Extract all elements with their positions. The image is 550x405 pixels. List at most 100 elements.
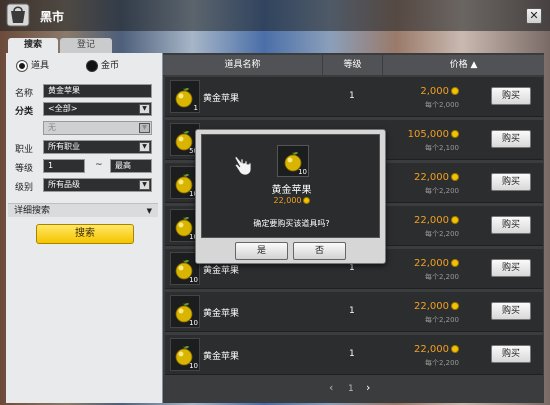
item-name: 黄金苹果 (203, 266, 240, 276)
confirm-purchase-dialog: 10 黄金苹果 22,000 确定要购买该道具吗? 是 否 (195, 129, 386, 264)
item-slot[interactable]: 10 (170, 295, 200, 328)
item-qty: 10 (189, 276, 198, 284)
black-market-window: 黑市 ✕ 搜索 登记 道具 金币 名称 黄金苹果 分类 <全部> ▼ 无 ▼ 职… (0, 0, 550, 405)
buy-button[interactable]: 购买 (491, 130, 531, 148)
coin-icon (451, 302, 459, 310)
title-bar[interactable]: 黑市 ✕ (0, 0, 550, 31)
item-price: 22,000 (414, 301, 459, 312)
job-value: 所有职业 (48, 142, 80, 151)
coin-icon (451, 345, 459, 353)
category-value: <全部> (48, 104, 78, 113)
item-price-value: 22,000 (414, 301, 449, 312)
unit-price: 每个2,200 (424, 316, 459, 324)
subcategory-select: 无 ▼ (43, 121, 152, 135)
item-level: 1 (349, 263, 355, 273)
confirm-yes-button[interactable]: 是 (235, 242, 288, 260)
chevron-down-icon[interactable]: ▼ (139, 180, 150, 190)
close-button[interactable]: ✕ (526, 8, 542, 24)
confirm-no-button[interactable]: 否 (293, 242, 346, 260)
coin-icon (451, 259, 459, 267)
dialog-price-value: 22,000 (273, 196, 302, 205)
item-price: 105,000 (408, 129, 459, 140)
unit-price: 每个2,200 (424, 359, 459, 367)
item-name: 黄金苹果 (203, 309, 240, 319)
dialog-message: 确定要购买该道具吗? (253, 219, 330, 228)
pagination: ‹ 1 › (163, 377, 544, 399)
item-price-value: 22,000 (414, 258, 449, 269)
coin-icon (451, 130, 459, 138)
level-separator: ~ (95, 160, 103, 170)
buy-button[interactable]: 购买 (491, 302, 531, 320)
column-header-item-name[interactable]: 道具名称 (163, 55, 323, 75)
coin-icon (451, 173, 459, 181)
column-header-price[interactable]: 价格 ▲ (383, 55, 544, 75)
chevron-down-icon[interactable]: ▼ (147, 204, 152, 218)
chevron-down-icon[interactable]: ▼ (139, 104, 150, 114)
radio-selected-icon[interactable] (16, 59, 28, 72)
category-label: 分类 (15, 107, 34, 117)
item-price-value: 22,000 (414, 172, 449, 183)
item-price: 22,000 (414, 258, 459, 269)
column-header-level[interactable]: 等级 (323, 55, 383, 75)
level-min-input[interactable]: 1 (43, 159, 85, 173)
radio-meso-label: 金币 (101, 61, 120, 71)
table-header: 道具名称 等级 价格 ▲ (163, 55, 544, 75)
item-name: 黄金苹果 (203, 94, 240, 104)
tab-register[interactable]: 登记 (60, 38, 112, 53)
name-label: 名称 (15, 89, 34, 99)
item-price-value: 105,000 (407, 129, 449, 140)
job-label: 职业 (15, 145, 34, 155)
dialog-item-name: 黄金苹果 (271, 185, 312, 196)
item-level: 1 (349, 349, 355, 359)
category-select[interactable]: <全部> ▼ (43, 102, 152, 116)
level-label: 等级 (15, 164, 34, 174)
table-row[interactable]: 10 黄金苹果 1 22,000 每个2,200 购买 (165, 335, 543, 375)
radio-unselected-icon[interactable] (86, 59, 98, 72)
buy-button[interactable]: 购买 (491, 345, 531, 363)
name-input[interactable]: 黄金苹果 (43, 84, 152, 98)
item-slot[interactable]: 1 (170, 80, 200, 113)
market-bag-icon (6, 3, 30, 27)
grade-value: 所有品级 (48, 180, 80, 189)
item-price-value: 22,000 (414, 215, 449, 226)
item-price: 2,000 (420, 86, 459, 97)
item-name: 黄金苹果 (203, 352, 240, 362)
radio-item-option[interactable]: 道具 (16, 58, 49, 72)
buy-button[interactable]: 购买 (491, 87, 531, 105)
radio-meso-option[interactable]: 金币 (86, 58, 119, 72)
unit-price: 每个2,000 (424, 101, 459, 109)
dialog-item-slot: 10 (277, 145, 309, 177)
unit-price: 每个2,200 (424, 230, 459, 238)
unit-price: 每个2,200 (424, 187, 459, 195)
item-qty: 10 (189, 362, 198, 370)
grade-select[interactable]: 所有品级 ▼ (43, 178, 152, 192)
item-level: 1 (349, 91, 355, 101)
unit-price: 每个2,200 (424, 273, 459, 281)
item-qty: 1 (193, 104, 198, 112)
buy-button[interactable]: 购买 (491, 216, 531, 234)
item-slot[interactable]: 10 (170, 338, 200, 371)
item-price: 22,000 (414, 215, 459, 226)
golden-apple-icon (175, 88, 193, 108)
table-row[interactable]: 10 黄金苹果 1 22,000 每个2,200 购买 (165, 292, 543, 332)
subcategory-value: 无 (48, 123, 56, 132)
coin-icon (302, 197, 310, 204)
item-price-value: 22,000 (414, 344, 449, 355)
level-max-input[interactable]: 最高 (110, 159, 152, 173)
item-level: 1 (349, 306, 355, 316)
coin-icon (451, 216, 459, 224)
job-select[interactable]: 所有职业 ▼ (43, 140, 152, 154)
table-row[interactable]: 1 黄金苹果 1 2,000 每个2,000 购买 (165, 77, 543, 117)
advanced-search-toggle[interactable]: 详细搜索 ▼ (8, 203, 158, 217)
next-page-button[interactable]: › (366, 381, 370, 394)
buy-button[interactable]: 购买 (491, 173, 531, 191)
unit-price: 每个2,100 (424, 144, 459, 152)
buy-button[interactable]: 购买 (491, 259, 531, 277)
dialog-item-qty: 10 (298, 168, 307, 176)
item-qty: 10 (189, 319, 198, 327)
tab-search[interactable]: 搜索 (8, 38, 58, 53)
dialog-body: 10 黄金苹果 22,000 确定要购买该道具吗? (201, 134, 380, 238)
prev-page-button[interactable]: ‹ (329, 381, 333, 394)
search-button[interactable]: 搜索 (36, 224, 134, 244)
chevron-down-icon[interactable]: ▼ (139, 142, 150, 152)
